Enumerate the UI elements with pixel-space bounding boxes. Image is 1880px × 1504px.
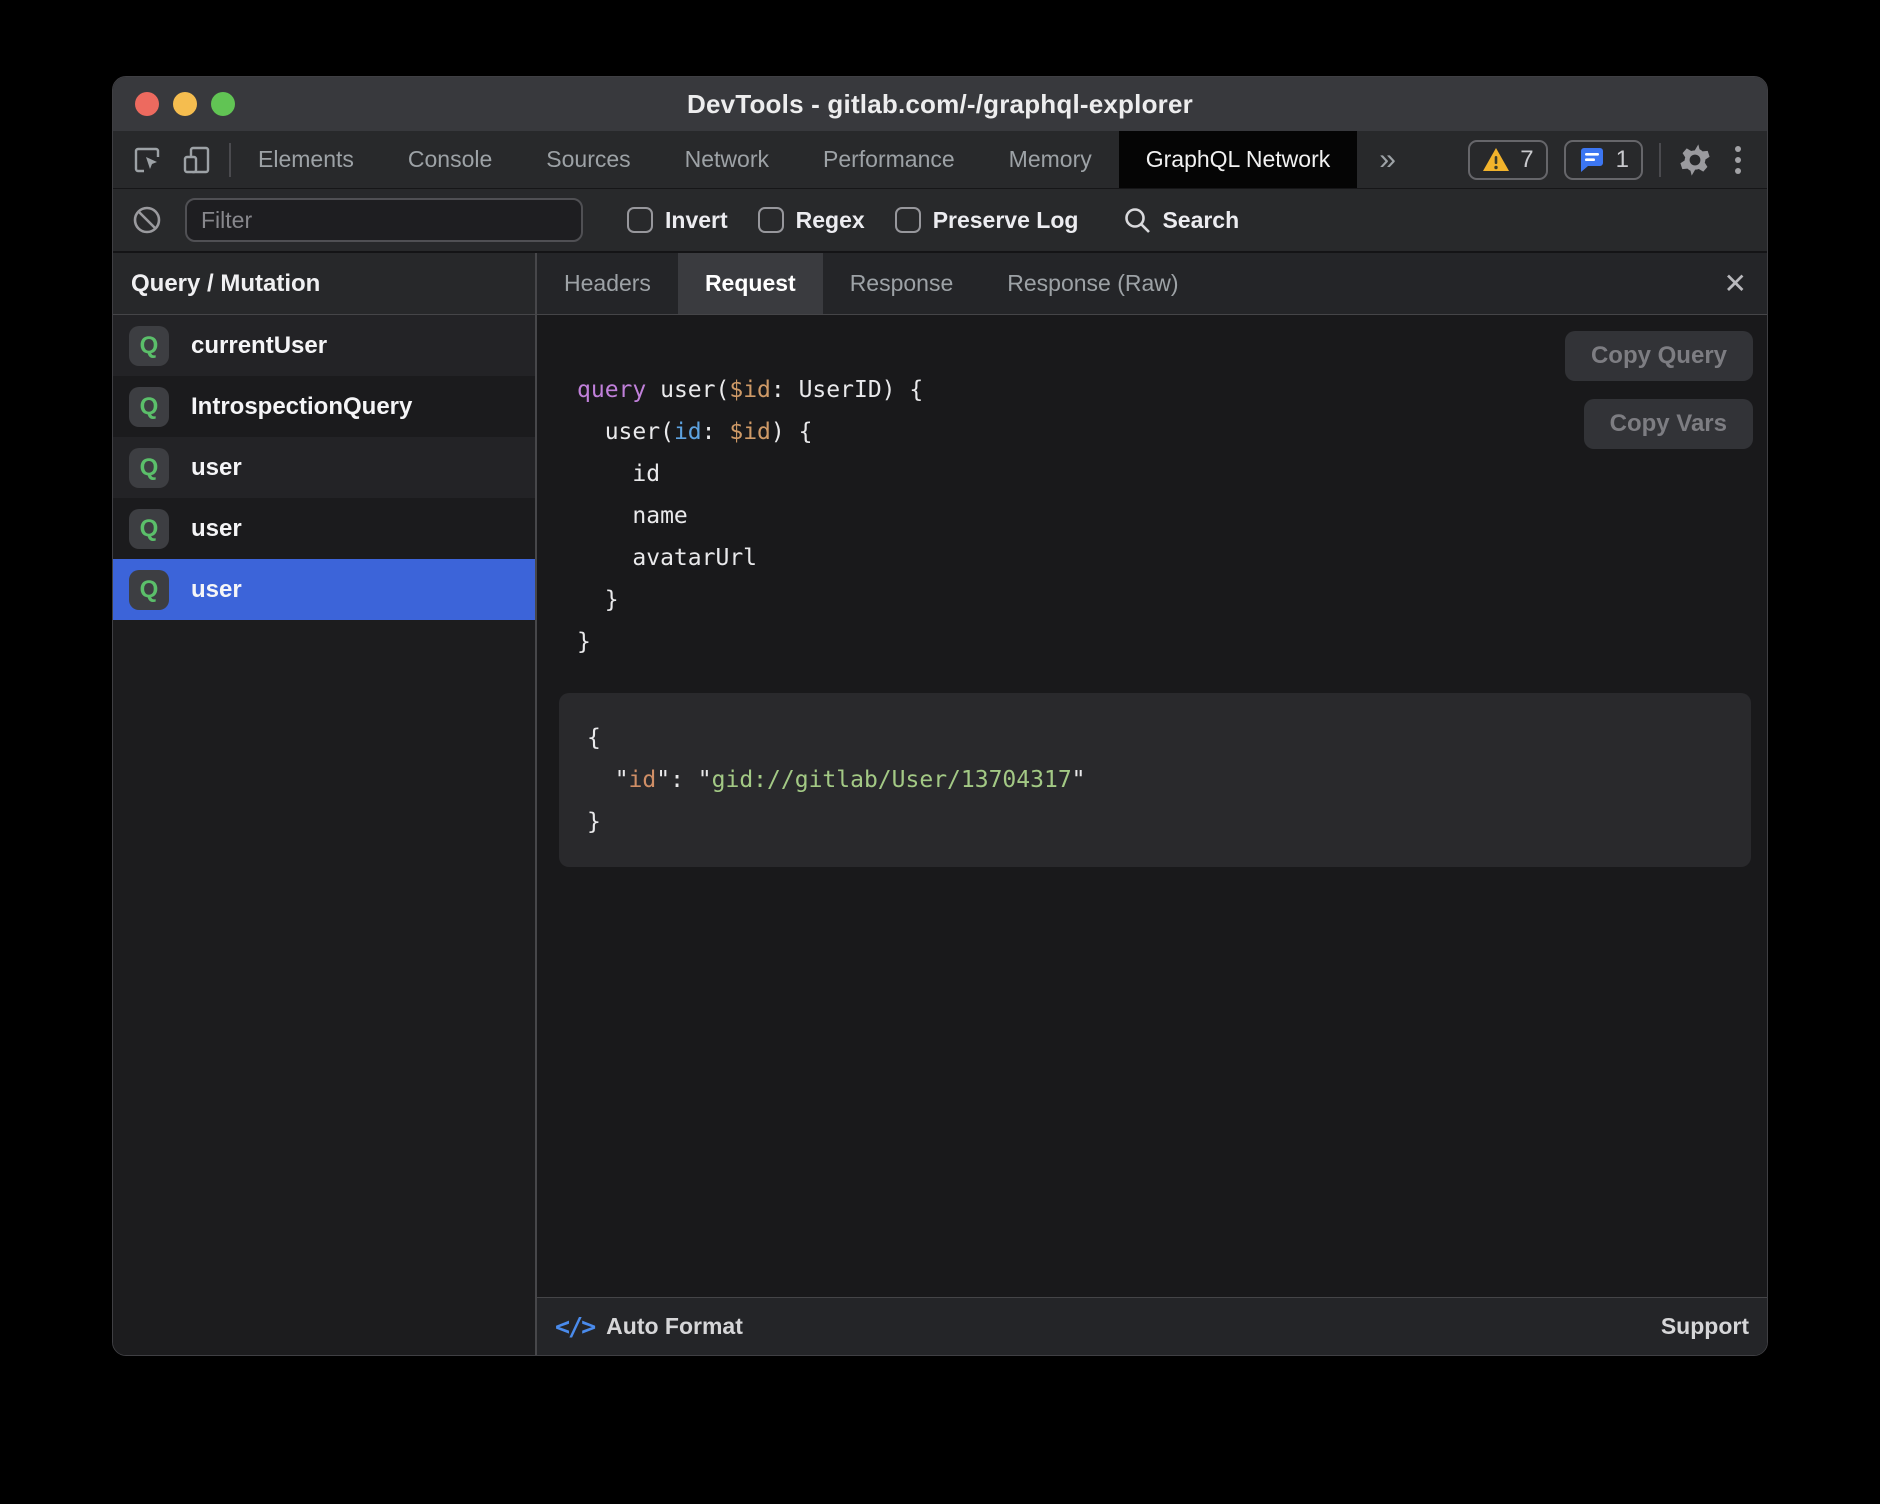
filter-input[interactable]	[185, 198, 583, 242]
query-name: IntrospectionQuery	[191, 393, 412, 421]
filter-bar: Invert Regex Preserve Log Search	[113, 189, 1767, 253]
message-count: 1	[1616, 146, 1629, 174]
toolbar-separator	[1659, 143, 1661, 177]
query-type-badge: Q	[129, 570, 169, 610]
search-icon	[1122, 205, 1152, 235]
query-name: user	[191, 454, 242, 482]
checkbox-preserve-log[interactable]: Preserve Log	[895, 207, 1079, 234]
sidebar-header: Query / Mutation	[113, 253, 535, 315]
panel-tab-request[interactable]: Request	[678, 253, 823, 314]
query-type-badge: Q	[129, 509, 169, 549]
devtools-window: DevTools - gitlab.com/-/graphql-explorer…	[112, 76, 1768, 1356]
devtools-tab-performance[interactable]: Performance	[796, 131, 982, 188]
devtools-tab-graphql-network[interactable]: GraphQL Network	[1119, 131, 1358, 188]
message-bubble-icon	[1578, 146, 1606, 174]
support-link[interactable]: Support	[1661, 1313, 1749, 1340]
query-type-badge: Q	[129, 326, 169, 366]
inspect-element-icon[interactable]	[131, 144, 163, 176]
search-label: Search	[1162, 207, 1239, 234]
panel-tab-response-raw-[interactable]: Response (Raw)	[980, 253, 1205, 314]
search-control[interactable]: Search	[1122, 205, 1239, 235]
device-toolbar-icon[interactable]	[181, 144, 213, 176]
window-title: DevTools - gitlab.com/-/graphql-explorer	[113, 89, 1767, 120]
code-line: id	[577, 453, 1767, 495]
query-type-badge: Q	[129, 448, 169, 488]
checkbox-label: Regex	[796, 207, 865, 234]
auto-format-control[interactable]: </> Auto Format	[555, 1312, 743, 1341]
query-list-item[interactable]: QcurrentUser	[113, 315, 535, 376]
query-list-item[interactable]: Quser	[113, 559, 535, 620]
query-list: QcurrentUserQIntrospectionQueryQuserQuse…	[113, 315, 535, 620]
settings-gear-icon[interactable]	[1677, 142, 1713, 178]
warning-triangle-icon	[1482, 147, 1510, 173]
auto-format-label: Auto Format	[606, 1313, 743, 1340]
more-options-kebab-icon[interactable]	[1729, 146, 1747, 174]
query-name: user	[191, 515, 242, 543]
copy-vars-button[interactable]: Copy Vars	[1584, 399, 1753, 449]
devtools-tabs: ElementsConsoleSourcesNetworkPerformance…	[231, 131, 1357, 188]
block-clear-icon[interactable]	[131, 204, 163, 236]
messages-badge[interactable]: 1	[1564, 140, 1643, 180]
query-name: user	[191, 576, 242, 604]
warning-count: 7	[1520, 146, 1533, 174]
checkbox-label: Preserve Log	[933, 207, 1079, 234]
devtools-tab-sources[interactable]: Sources	[519, 131, 657, 188]
copy-buttons: Copy Query Copy Vars	[1565, 331, 1753, 449]
toolbar-left-icons	[113, 131, 229, 188]
checkbox-regex[interactable]: Regex	[758, 207, 865, 234]
more-tabs-chevron-icon[interactable]: »	[1357, 131, 1418, 188]
devtools-tab-bar: ElementsConsoleSourcesNetworkPerformance…	[113, 131, 1767, 189]
devtools-tab-elements[interactable]: Elements	[231, 131, 381, 188]
checkbox-box	[895, 207, 921, 233]
checkbox-box	[627, 207, 653, 233]
detail-panel: HeadersRequestResponseResponse (Raw) ✕ qu…	[537, 253, 1767, 1355]
filter-checkboxes: Invert Regex Preserve Log	[627, 207, 1078, 234]
devtools-tab-network[interactable]: Network	[658, 131, 796, 188]
devtools-tab-memory[interactable]: Memory	[982, 131, 1119, 188]
code-line: }	[577, 579, 1767, 621]
query-variables-box: { "id": "gid://gitlab/User/13704317"}	[559, 693, 1751, 867]
code-brackets-icon: </>	[555, 1312, 594, 1341]
code-line: }	[587, 801, 1751, 843]
panel-tab-response[interactable]: Response	[823, 253, 981, 314]
title-bar: DevTools - gitlab.com/-/graphql-explorer	[113, 77, 1767, 131]
code-line: {	[587, 717, 1751, 759]
panel-tab-bar: HeadersRequestResponseResponse (Raw) ✕	[537, 253, 1767, 315]
request-panel-body: query user($id: UserID) { user(id: $id) …	[537, 315, 1767, 1297]
query-name: currentUser	[191, 332, 327, 360]
code-line: }	[577, 621, 1767, 663]
code-line: avatarUrl	[577, 537, 1767, 579]
checkbox-label: Invert	[665, 207, 728, 234]
query-list-item[interactable]: Quser	[113, 437, 535, 498]
checkbox-invert[interactable]: Invert	[627, 207, 728, 234]
toolbar-right: 7 1	[1468, 131, 1767, 188]
code-line: name	[577, 495, 1767, 537]
query-type-badge: Q	[129, 387, 169, 427]
panel-tab-headers[interactable]: Headers	[537, 253, 678, 314]
query-list-item[interactable]: Quser	[113, 498, 535, 559]
warnings-badge[interactable]: 7	[1468, 140, 1547, 180]
close-panel-icon[interactable]: ✕	[1724, 253, 1747, 314]
checkbox-box	[758, 207, 784, 233]
code-line: "id": "gid://gitlab/User/13704317"	[587, 759, 1751, 801]
copy-query-button[interactable]: Copy Query	[1565, 331, 1753, 381]
query-sidebar: Query / Mutation QcurrentUserQIntrospect…	[113, 253, 537, 1355]
devtools-tab-console[interactable]: Console	[381, 131, 519, 188]
panel-footer: </> Auto Format Support	[537, 1297, 1767, 1355]
query-list-item[interactable]: Q IntrospectionQuery	[113, 376, 535, 437]
main-area: Query / Mutation QcurrentUserQIntrospect…	[113, 253, 1767, 1355]
